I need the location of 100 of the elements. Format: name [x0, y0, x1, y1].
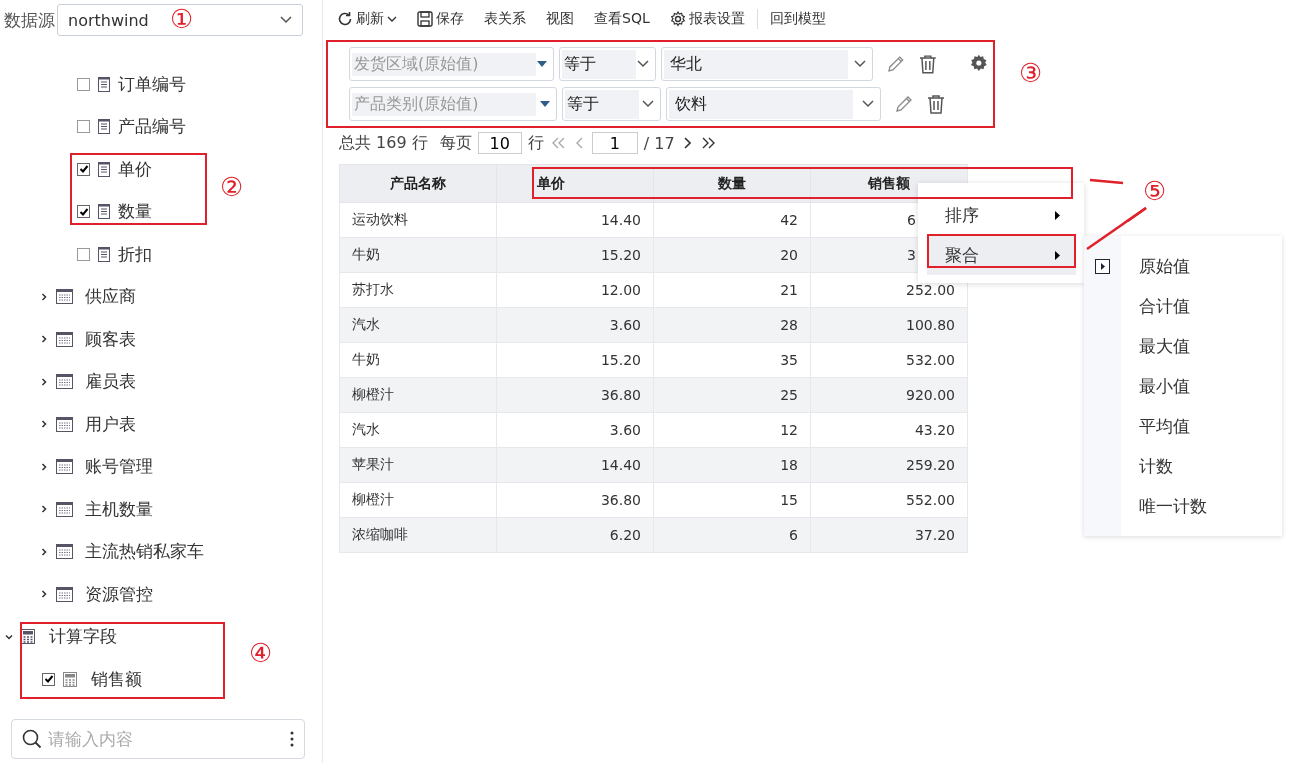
chevron-down-icon — [280, 16, 292, 24]
trash-icon[interactable] — [927, 94, 945, 114]
field-label[interactable]: 数量 — [118, 200, 152, 224]
menu-item[interactable]: 最大值 — [1084, 326, 1282, 366]
table-cell: 汽水 — [339, 307, 497, 343]
value-select[interactable]: 饮料 — [666, 87, 881, 121]
table-cell: 12.00 — [496, 272, 654, 308]
trash-icon[interactable] — [918, 54, 937, 74]
per-page-label: 每页 — [439, 132, 472, 154]
chevron-right-icon[interactable] — [40, 505, 48, 514]
field-icon — [98, 76, 110, 92]
chevron-down-icon — [642, 100, 654, 108]
annotation-number: ② — [220, 173, 244, 201]
annotation-number: ⑤ — [1143, 177, 1167, 205]
table-cell: 100.80 — [810, 307, 968, 343]
table-cell: 运动饮料 — [339, 202, 497, 238]
chevron-right-icon[interactable] — [40, 547, 48, 556]
chevron-right-icon[interactable] — [40, 335, 48, 344]
table-cell: 14.40 — [496, 202, 654, 238]
table-label[interactable]: 账号管理 — [85, 455, 153, 479]
per-page-input[interactable]: 10 — [477, 132, 522, 154]
save-icon — [417, 11, 433, 27]
field-icon — [98, 204, 110, 220]
chevron-right-icon[interactable] — [40, 590, 48, 599]
more-icon[interactable] — [290, 730, 294, 747]
next-page-icon[interactable] — [682, 137, 691, 149]
group-label[interactable]: 计算字段 — [49, 625, 117, 649]
column-header[interactable]: 产品名称 — [339, 164, 497, 203]
field-icon — [98, 119, 110, 135]
table-label[interactable]: 主机数量 — [85, 497, 153, 521]
menu-item[interactable]: 原始值 — [1084, 246, 1282, 286]
datasource-label: 数据源 — [3, 8, 55, 32]
table-label[interactable]: 主流热销私家车 — [85, 540, 204, 564]
table-cell: 3.60 — [496, 412, 654, 448]
table-label[interactable]: 资源管控 — [85, 582, 153, 606]
last-page-icon[interactable] — [700, 137, 715, 149]
calculator-icon — [63, 671, 77, 687]
table-cell: 259.20 — [810, 447, 968, 483]
table-label[interactable]: 雇员表 — [85, 370, 136, 394]
page-input[interactable]: 1 — [591, 132, 638, 154]
checkbox[interactable] — [77, 205, 90, 219]
chevron-right-icon[interactable] — [40, 462, 48, 471]
table-cell: 36.80 — [496, 482, 654, 518]
search-field[interactable]: 请输入内容 — [11, 718, 305, 759]
field-label[interactable]: 销售额 — [91, 667, 142, 691]
menu-item[interactable]: 唯一计数 — [1084, 486, 1282, 526]
table-label[interactable]: 用户表 — [85, 412, 136, 436]
table-cell: 21 — [653, 272, 811, 308]
toolbar-button[interactable]: 视图 — [536, 4, 584, 34]
chevron-right-icon[interactable] — [40, 420, 48, 429]
caret-icon — [387, 16, 397, 22]
operator-select[interactable]: 等于 — [562, 87, 661, 121]
table-cell: 6 — [653, 517, 811, 553]
toolbar-button[interactable]: 保存 — [407, 4, 474, 34]
menu-item[interactable]: 平均值 — [1084, 406, 1282, 446]
operator-select[interactable]: 等于 — [558, 47, 657, 81]
field-label[interactable]: 折扣 — [118, 242, 152, 266]
table-label[interactable]: 顾客表 — [85, 327, 136, 351]
rows-label: 行 — [527, 132, 544, 154]
column-header[interactable]: 单价 — [496, 164, 654, 203]
checkbox[interactable] — [77, 120, 90, 134]
chevron-right-icon[interactable] — [40, 292, 48, 301]
value-select[interactable]: 华北 — [661, 47, 873, 81]
field-label[interactable]: 订单编号 — [118, 72, 186, 96]
checkbox[interactable] — [77, 162, 90, 176]
pencil-icon[interactable] — [885, 54, 906, 74]
toolbar-button[interactable]: 表关系 — [474, 4, 536, 34]
table-icon — [56, 374, 73, 390]
table-label[interactable]: 供应商 — [85, 285, 136, 309]
field-label[interactable]: 产品编号 — [118, 115, 186, 139]
toolbar-button[interactable]: 报表设置 — [659, 4, 755, 34]
toolbar-button[interactable]: 查看SQL — [584, 4, 660, 34]
pencil-icon[interactable] — [894, 94, 914, 114]
refresh-icon — [337, 11, 353, 27]
table-cell: 12 — [653, 412, 811, 448]
chevron-down-icon[interactable] — [5, 632, 13, 641]
menu-item[interactable]: 合计值 — [1084, 286, 1282, 326]
table-icon — [56, 416, 73, 432]
table-cell: 15 — [653, 482, 811, 518]
table-cell: 柳橙汁 — [339, 377, 497, 413]
table-cell: 柳橙汁 — [339, 482, 497, 518]
toolbar-button[interactable]: 回到模型 — [759, 4, 836, 34]
checkbox[interactable] — [77, 247, 90, 261]
settings-icon — [669, 11, 686, 27]
table-cell: 3.60 — [496, 307, 654, 343]
table-cell: 552.00 — [810, 482, 968, 518]
annotation-number: ④ — [249, 639, 273, 667]
checkbox[interactable] — [77, 77, 90, 91]
table-icon — [56, 331, 73, 347]
table-icon — [56, 586, 73, 602]
checkbox[interactable] — [42, 672, 55, 686]
chevron-right-icon[interactable] — [40, 377, 48, 386]
menu-item[interactable]: 最小值 — [1084, 366, 1282, 406]
page-count: / 17 — [643, 133, 675, 153]
caret-icon — [536, 61, 547, 67]
field-label[interactable]: 单价 — [118, 157, 152, 181]
table-cell: 18 — [653, 447, 811, 483]
toolbar-button[interactable]: 刷新 — [327, 4, 407, 34]
menu-item[interactable]: 计数 — [1084, 446, 1282, 486]
table-cell: 牛奶 — [339, 342, 497, 378]
